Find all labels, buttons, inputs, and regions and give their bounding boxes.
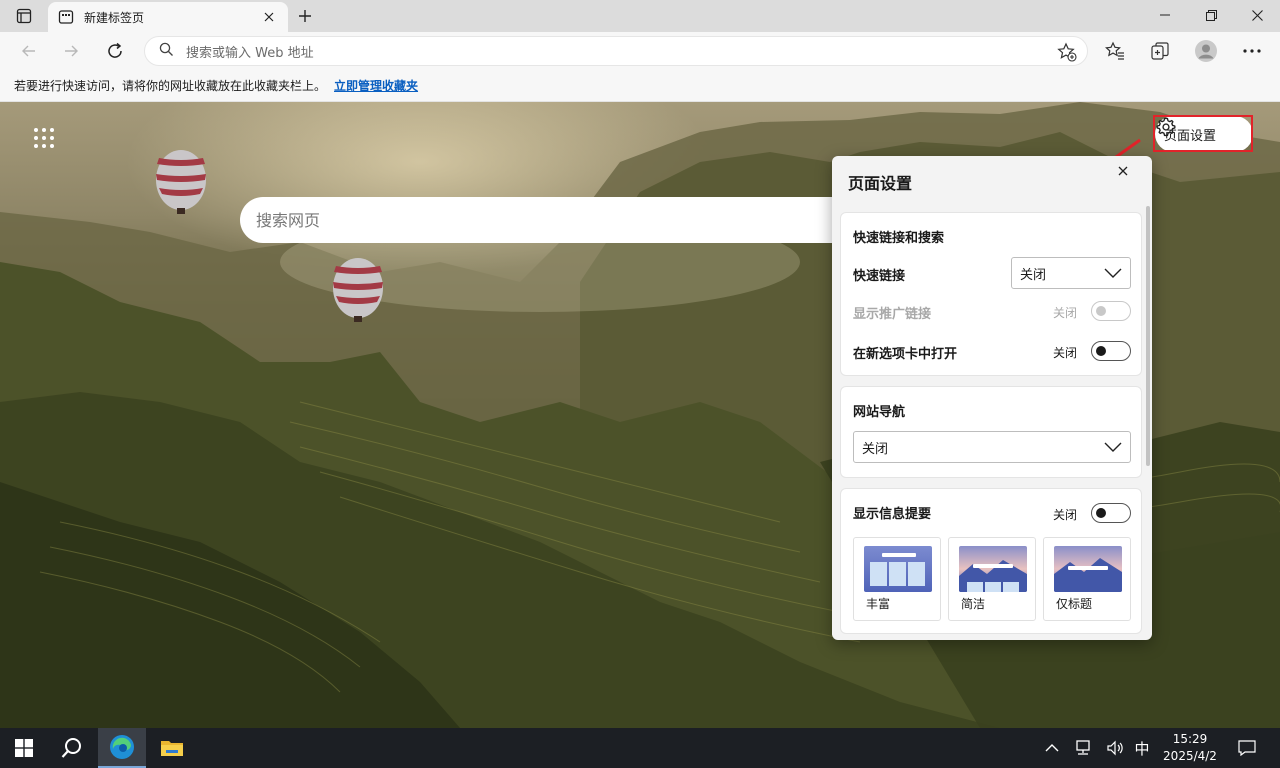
web-search-input[interactable] (256, 210, 840, 230)
layout-rich-label: 丰富 (866, 597, 891, 611)
new-tab-page-icon (58, 9, 74, 25)
start-button[interactable] (0, 728, 48, 768)
hot-air-balloon (156, 150, 206, 214)
clock-time: 15:29 (1172, 732, 1208, 746)
windows-logo-icon (15, 739, 33, 757)
collections-icon[interactable] (1145, 36, 1175, 66)
restore-button[interactable] (1188, 0, 1234, 30)
gear-icon (1156, 117, 1244, 145)
chevron-down-icon (1104, 440, 1122, 454)
site-navigation-heading: 网站导航 (853, 405, 906, 420)
layout-option-rich[interactable]: 丰富 (853, 537, 941, 621)
open-in-new-tab-state: 关闭 (1053, 346, 1078, 360)
layout-simple-thumbnail (959, 546, 1027, 592)
edge-taskbar-icon[interactable] (98, 728, 146, 768)
volume-icon[interactable] (1104, 728, 1128, 768)
profile-avatar[interactable] (1191, 36, 1221, 66)
promoted-links-state: 关闭 (1053, 306, 1078, 320)
open-in-new-tab-toggle[interactable] (1091, 341, 1131, 361)
layout-option-simple[interactable]: 简洁 (948, 537, 1036, 621)
manage-favorites-link[interactable]: 立即管理收藏夹 (334, 77, 418, 94)
forward-button[interactable] (56, 36, 86, 66)
tab-new-tab[interactable]: 新建标签页 (48, 2, 288, 32)
favorites-bar-message: 若要进行快速访问，请将你的网址收藏放在此收藏夹栏上。 (14, 79, 327, 93)
close-icon[interactable] (1118, 166, 1140, 188)
address-placeholder: 搜索或输入 Web 地址 (186, 45, 314, 61)
layout-rich-thumbnail (864, 546, 932, 592)
info-feed-state: 关闭 (1053, 508, 1078, 522)
ime-indicator[interactable]: 中 (1130, 728, 1154, 768)
page-settings-panel: 页面设置 快速链接和搜索 快速链接 关闭 显示推广链接 关闭 在新选项卡中打开 … (832, 156, 1152, 640)
title-bar: 新建标签页 (0, 0, 1280, 32)
more-menu-icon[interactable] (1237, 36, 1267, 66)
taskbar-search-icon[interactable] (48, 728, 96, 768)
address-bar[interactable]: 搜索或输入 Web 地址 (144, 36, 1088, 66)
refresh-button[interactable] (100, 36, 130, 66)
layout-headings-label: 仅标题 (1056, 597, 1093, 611)
clock-date: 2025/4/2 (1163, 749, 1217, 763)
apps-launcher-icon[interactable] (30, 124, 58, 152)
layout-option-headings[interactable]: 仅标题 (1043, 537, 1131, 621)
quicklinks-label: 快速链接 (853, 269, 906, 284)
layout-headings-thumbnail (1054, 546, 1122, 592)
tab-actions-icon[interactable] (8, 4, 40, 28)
favorites-icon[interactable] (1100, 36, 1130, 66)
info-feed-heading: 显示信息提要 (853, 507, 932, 522)
panel-title: 页面设置 (848, 174, 913, 193)
chevron-down-icon (1104, 266, 1122, 280)
network-icon[interactable] (1072, 728, 1096, 768)
tab-close-icon[interactable] (260, 8, 278, 26)
info-feed-toggle[interactable] (1091, 503, 1131, 523)
quicklinks-select-value: 关闭 (1020, 267, 1047, 283)
search-icon (159, 42, 174, 61)
quicklinks-card: 快速链接和搜索 快速链接 关闭 显示推广链接 关闭 在新选项卡中打开 关闭 (840, 212, 1142, 376)
site-navigation-select[interactable]: 关闭 (853, 431, 1131, 463)
panel-scrollbar[interactable] (1146, 206, 1150, 466)
layout-simple-label: 简洁 (961, 597, 986, 611)
info-feed-card: 显示信息提要 关闭 丰富 简洁 仅标题 (840, 488, 1142, 634)
promoted-links-label: 显示推广链接 (853, 307, 932, 322)
promoted-links-toggle[interactable] (1091, 301, 1131, 321)
close-window-button[interactable] (1234, 0, 1280, 30)
back-button[interactable] (14, 36, 44, 66)
site-navigation-card: 网站导航 关闭 (840, 386, 1142, 478)
tab-title: 新建标签页 (84, 10, 145, 25)
quicklinks-select[interactable]: 关闭 (1011, 257, 1131, 289)
page-settings-button[interactable]: 页面设置 (1155, 116, 1253, 152)
chevron-up-icon[interactable] (1040, 728, 1064, 768)
new-tab-background: 页面设置 页面设置 快速链接和搜索 快速链接 关闭 显示推广链接 关闭 (0, 102, 1280, 728)
browser-toolbar: 搜索或输入 Web 地址 (0, 32, 1280, 70)
minimize-button[interactable] (1142, 0, 1188, 30)
notification-icon[interactable] (1234, 728, 1260, 768)
system-clock[interactable]: 15:29 2025/4/2 (1158, 731, 1222, 765)
favorites-bar: 若要进行快速访问，请将你的网址收藏放在此收藏夹栏上。 立即管理收藏夹 (0, 70, 1280, 102)
quicklinks-heading: 快速链接和搜索 (853, 231, 945, 246)
file-explorer-icon[interactable] (148, 728, 196, 768)
new-tab-button[interactable] (292, 4, 318, 28)
site-navigation-select-value: 关闭 (862, 441, 889, 457)
web-search-box[interactable] (240, 197, 840, 243)
taskbar: 中 15:29 2025/4/2 (0, 728, 1280, 768)
add-favorite-icon[interactable] (1057, 42, 1077, 62)
open-in-new-tab-label: 在新选项卡中打开 (853, 347, 958, 362)
